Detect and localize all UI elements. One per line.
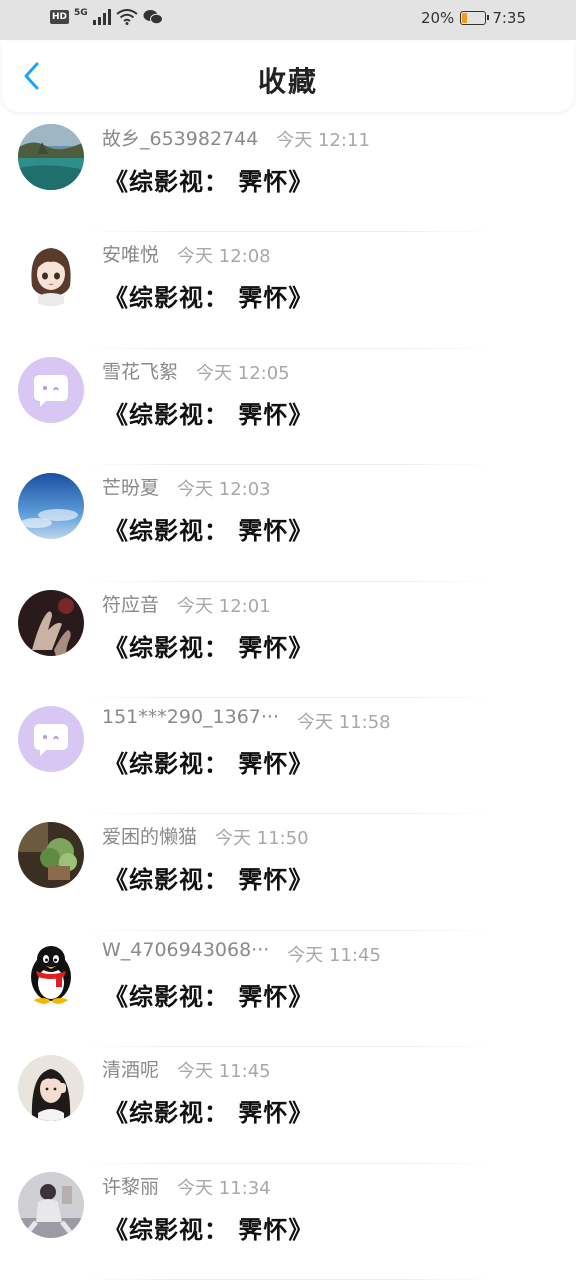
signal-icon: [92, 9, 111, 25]
message-text: 《综影视： 霁怀》: [104, 633, 314, 662]
user-name: 许黎丽: [102, 1175, 160, 1198]
status-left: HD 5G: [50, 8, 163, 25]
message-text: 《综影视： 霁怀》: [104, 866, 314, 895]
list-item[interactable]: 151***290_1367··· 今天 11:58 《综影视： 霁怀》: [0, 698, 576, 815]
timestamp: 今天 11:34: [177, 1177, 271, 1199]
timestamp: 今天 11:45: [177, 1061, 271, 1083]
list-item[interactable]: 符应音 今天 12:01 《综影视： 霁怀》: [0, 582, 576, 698]
timestamp: 今天 12:01: [177, 595, 271, 617]
user-name: 雪花飞絮: [102, 360, 179, 383]
battery-fill: [462, 13, 467, 23]
timestamp: 今天 11:58: [297, 711, 391, 733]
avatar[interactable]: [18, 589, 84, 656]
avatar[interactable]: [18, 705, 84, 772]
user-name: 符应音: [102, 593, 160, 616]
list-item[interactable]: 爱困的懒猫 今天 11:50 《综影视： 霁怀》: [0, 814, 576, 931]
wechat-icon: [143, 10, 163, 25]
user-name: 爱困的懒猫: [102, 826, 198, 849]
list-item[interactable]: 雪花飞絮 今天 12:05 《综影视： 霁怀》: [0, 349, 576, 466]
user-name: 151***290_1367···: [102, 705, 280, 728]
list-item[interactable]: 清酒呢 今天 11:45 《综影视： 霁怀》: [0, 1047, 576, 1164]
timestamp: 今天 12:08: [177, 246, 271, 268]
page-title: 收藏: [257, 65, 318, 98]
user-name: W_4706943068···: [102, 938, 270, 961]
clock: 7:35: [492, 9, 526, 27]
timestamp: 今天 12:11: [276, 130, 370, 151]
user-name: 故乡_653982744: [102, 128, 259, 150]
avatar[interactable]: [18, 822, 84, 889]
message-text: 《综影视： 霁怀》: [104, 1099, 314, 1128]
timestamp: 今天 11:45: [287, 944, 381, 966]
message-text: 《综影视： 霁怀》: [104, 749, 314, 778]
message-text: 《综影视： 霁怀》: [104, 982, 314, 1011]
timestamp: 今天 12:03: [177, 479, 271, 501]
battery-icon: [460, 11, 490, 25]
avatar[interactable]: [18, 938, 84, 1005]
timestamp: 今天 11:50: [215, 828, 309, 850]
avatar[interactable]: [18, 240, 84, 307]
battery-percent: 20%: [420, 9, 455, 27]
list-item[interactable]: 安唯悦 今天 12:08 《综影视： 霁怀》: [0, 232, 576, 349]
wifi-icon: [116, 9, 138, 25]
user-name: 芒昐夏: [102, 477, 160, 500]
message-text: 《综影视： 霁怀》: [104, 400, 314, 429]
network-label: 5G: [74, 8, 88, 18]
list-item[interactable]: 芒昐夏 今天 12:03 《综影视： 霁怀》: [0, 465, 576, 582]
avatar[interactable]: [18, 473, 84, 540]
favorites-list: 故乡_653982744 今天 12:11 《综影视： 霁怀》 安唯悦 今天 12:08…: [0, 116, 576, 1280]
message-text: 《综影视： 霁怀》: [104, 284, 314, 313]
list-item[interactable]: W_4706943068··· 今天 11:45 《综影视： 霁怀》: [0, 931, 576, 1048]
status-right: 20% 7:35: [421, 9, 526, 27]
status-bar: HD 5G 20% 7:35: [0, 0, 576, 40]
list-item[interactable]: 故乡_653982744 今天 12:11 《综影视： 霁怀》: [0, 116, 576, 233]
message-text: 《综影视： 霁怀》: [104, 1215, 314, 1244]
list-item[interactable]: 许黎丽 今天 11:34 《综影视： 霁怀》: [0, 1164, 576, 1280]
user-name: 清酒呢: [102, 1059, 160, 1082]
user-name: 安唯悦: [102, 244, 160, 267]
message-text: 《综影视： 霁怀》: [104, 168, 314, 196]
avatar[interactable]: [18, 124, 84, 190]
hd-badge: HD: [50, 10, 70, 24]
avatar[interactable]: [18, 1055, 84, 1122]
avatar[interactable]: [18, 356, 84, 423]
timestamp: 今天 12:05: [196, 362, 290, 384]
message-text: 《综影视： 霁怀》: [104, 517, 314, 546]
navigation-bar: 收藏: [2, 42, 574, 112]
avatar[interactable]: [18, 1171, 84, 1238]
